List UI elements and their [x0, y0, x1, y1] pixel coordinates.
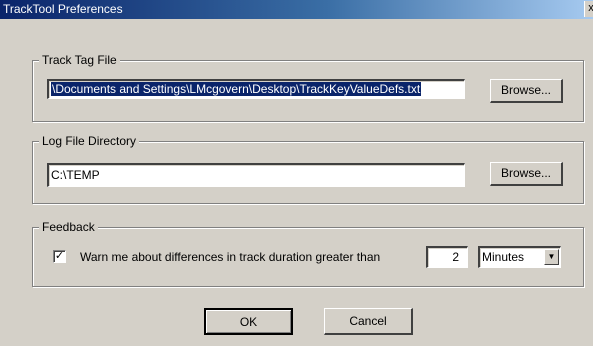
log-dir-browse-button[interactable]: Browse...	[490, 162, 563, 186]
title-bar[interactable]: TrackTool Preferences x	[0, 0, 593, 19]
window-title: TrackTool Preferences	[3, 2, 123, 16]
checkmark-icon: ✓	[54, 250, 65, 262]
duration-input[interactable]: 2	[426, 246, 468, 268]
track-tag-path-value: \Documents and Settings\LMcgovern\Deskto…	[51, 82, 422, 96]
duration-value: 2	[452, 250, 459, 264]
chevron-down-icon[interactable]: ▼	[544, 249, 559, 265]
feedback-legend: Feedback	[39, 220, 98, 235]
ok-button[interactable]: OK	[204, 308, 293, 335]
log-dir-path-value: C:\TEMP	[51, 168, 100, 182]
track-tag-legend: Track Tag File	[39, 53, 120, 68]
feedback-group: Feedback ✓ Warn me about differences in …	[32, 220, 584, 287]
close-icon[interactable]: x	[584, 1, 593, 17]
warn-label: Warn me about differences in track durat…	[80, 250, 381, 264]
warn-checkbox[interactable]: ✓	[53, 250, 66, 263]
track-tag-browse-button[interactable]: Browse...	[490, 79, 563, 103]
log-dir-group: Log File Directory C:\TEMP Browse...	[32, 134, 584, 204]
unit-selected-value: Minutes	[482, 250, 525, 264]
unit-select[interactable]: Minutes ▼	[478, 246, 561, 268]
track-tag-group: Track Tag File \Documents and Settings\L…	[32, 53, 584, 122]
log-dir-path-field[interactable]: C:\TEMP	[47, 163, 465, 187]
track-tag-path-field[interactable]: \Documents and Settings\LMcgovern\Deskto…	[47, 79, 465, 99]
log-dir-legend: Log File Directory	[39, 134, 140, 149]
cancel-button[interactable]: Cancel	[324, 308, 413, 335]
